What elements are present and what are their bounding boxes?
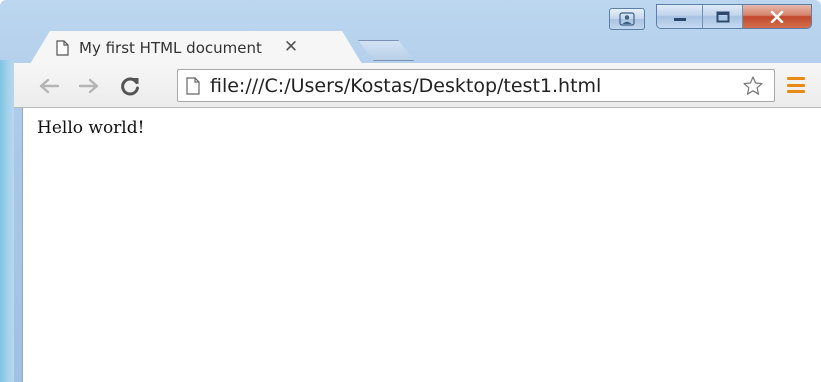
minimize-icon bbox=[673, 17, 686, 21]
page-body-text: Hello world! bbox=[37, 118, 145, 138]
chrome-menu-button[interactable] bbox=[785, 75, 807, 95]
tab-title: My first HTML document bbox=[79, 38, 262, 57]
minimize-button[interactable] bbox=[657, 5, 704, 28]
profile-button[interactable] bbox=[609, 8, 645, 30]
hamburger-menu-icon bbox=[787, 77, 805, 80]
new-tab-button[interactable] bbox=[358, 40, 414, 61]
browser-window: My first HTML document ✕ file:///C:/User… bbox=[0, 0, 821, 382]
close-window-button[interactable] bbox=[742, 5, 811, 28]
forward-button[interactable] bbox=[76, 73, 102, 99]
page-icon bbox=[56, 39, 69, 56]
close-icon bbox=[770, 10, 784, 23]
star-icon bbox=[743, 76, 763, 95]
tab-close-icon[interactable]: ✕ bbox=[284, 39, 298, 56]
url-text[interactable]: file:///C:/Users/Kostas/Desktop/test1.ht… bbox=[210, 75, 601, 97]
arrow-left-icon bbox=[39, 78, 60, 94]
back-button[interactable] bbox=[36, 73, 62, 99]
page-viewport: Hello world! bbox=[22, 108, 821, 382]
maximize-button[interactable] bbox=[703, 5, 743, 28]
window-controls bbox=[656, 4, 812, 29]
page-icon bbox=[186, 76, 202, 96]
reload-button[interactable] bbox=[117, 73, 143, 99]
bookmark-star-button[interactable] bbox=[742, 75, 764, 97]
active-tab-content[interactable]: My first HTML document ✕ bbox=[56, 31, 350, 64]
hamburger-line bbox=[787, 83, 805, 87]
user-icon bbox=[619, 12, 635, 26]
hamburger-line bbox=[787, 90, 805, 93]
toolbar: file:///C:/Users/Kostas/Desktop/test1.ht… bbox=[14, 63, 821, 108]
reload-icon bbox=[121, 77, 139, 96]
address-bar[interactable]: file:///C:/Users/Kostas/Desktop/test1.ht… bbox=[177, 69, 775, 102]
maximize-icon bbox=[716, 11, 730, 22]
arrow-right-icon bbox=[78, 78, 99, 94]
